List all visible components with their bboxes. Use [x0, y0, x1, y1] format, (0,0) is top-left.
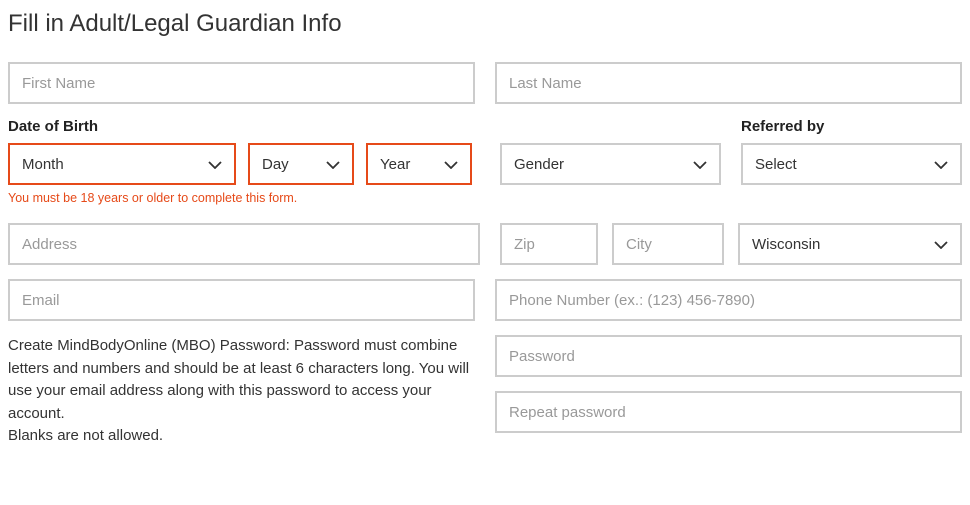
state-text: Wisconsin [752, 236, 820, 253]
chevron-down-icon [208, 156, 222, 173]
gender-text: Gender [514, 156, 564, 173]
dob-year-select[interactable]: Year [366, 143, 472, 185]
gender-select[interactable]: Gender [500, 143, 721, 185]
state-select[interactable]: Wisconsin [738, 223, 962, 265]
dob-month-text: Month [22, 156, 64, 173]
password-info-text-2: Blanks are not allowed. [8, 425, 475, 448]
address-input[interactable] [8, 223, 480, 265]
phone-input[interactable] [495, 279, 962, 321]
zip-input[interactable] [500, 223, 598, 265]
referred-by-text: Select [755, 156, 797, 173]
city-input[interactable] [612, 223, 724, 265]
page-title: Fill in Adult/Legal Guardian Info [8, 10, 962, 38]
last-name-input[interactable] [495, 62, 962, 104]
password-info-text: Create MindBodyOnline (MBO) Password: Pa… [8, 335, 475, 425]
dob-year-text: Year [380, 156, 410, 173]
email-input[interactable] [8, 279, 475, 321]
dob-day-text: Day [262, 156, 289, 173]
repeat-password-input[interactable] [495, 391, 962, 433]
password-input[interactable] [495, 335, 962, 377]
referred-by-select[interactable]: Select [741, 143, 962, 185]
age-error-text: You must be 18 years or older to complet… [8, 191, 962, 205]
dob-month-select[interactable]: Month [8, 143, 236, 185]
dob-day-select[interactable]: Day [248, 143, 354, 185]
referred-by-label: Referred by [741, 118, 962, 135]
chevron-down-icon [693, 156, 707, 173]
dob-label: Date of Birth [8, 118, 480, 135]
chevron-down-icon [444, 156, 458, 173]
chevron-down-icon [934, 236, 948, 253]
first-name-input[interactable] [8, 62, 475, 104]
chevron-down-icon [326, 156, 340, 173]
chevron-down-icon [934, 156, 948, 173]
